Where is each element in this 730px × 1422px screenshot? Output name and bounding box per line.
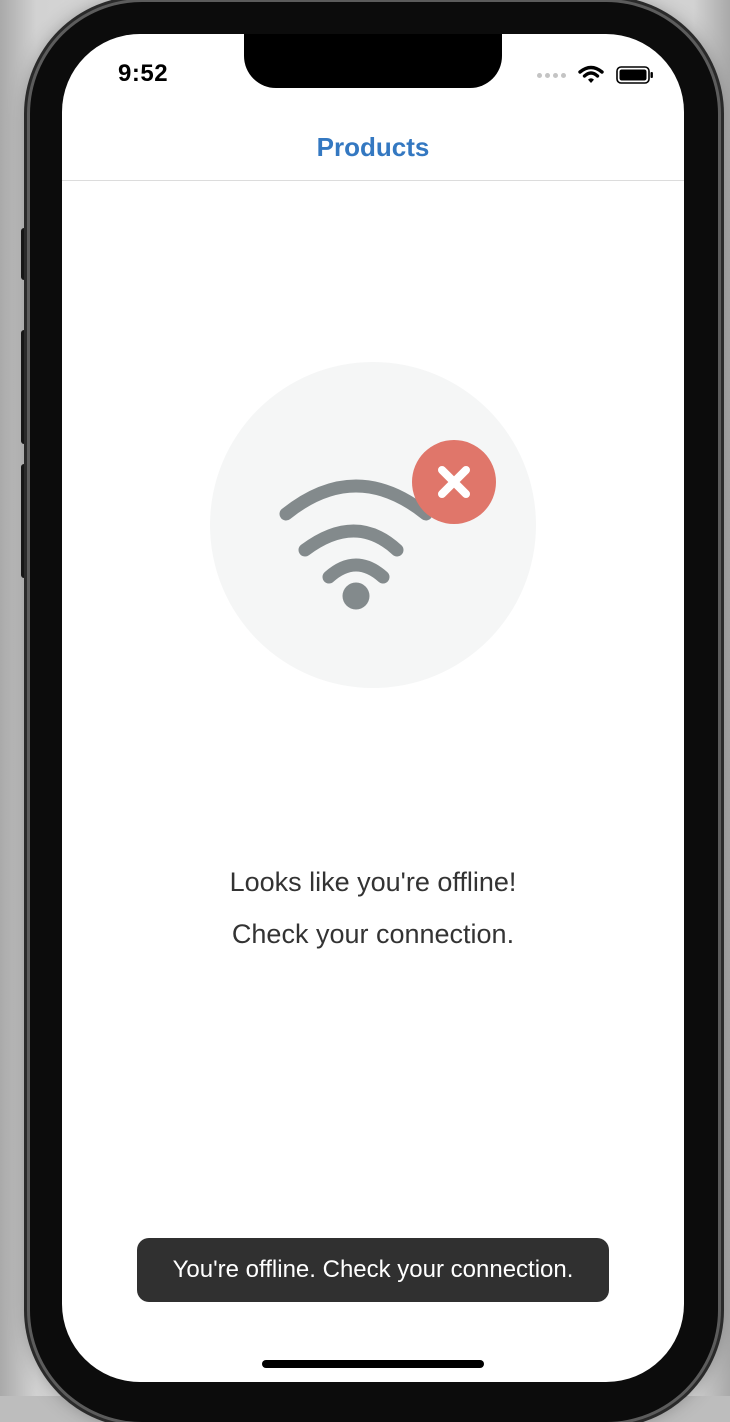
wifi-icon <box>578 65 604 83</box>
page-title: Products <box>316 131 430 162</box>
error-badge <box>412 440 496 524</box>
notch <box>244 34 502 88</box>
offline-illustration <box>210 362 536 688</box>
app-screen: 9:52 Products Looks like you're offline!… <box>62 34 684 1382</box>
offline-message-subtitle: Check your connection. <box>231 919 515 949</box>
status-icons <box>537 62 654 88</box>
volume-down-button <box>21 464 29 578</box>
navigation-bar: Products <box>62 114 684 181</box>
cellular-signal-icon <box>537 72 566 78</box>
offline-toast: You're offline. Check your connection. <box>137 1238 609 1302</box>
home-indicator[interactable] <box>262 1360 484 1368</box>
battery-icon <box>616 66 653 84</box>
offline-message-title: Looks like you're offline! <box>229 867 517 897</box>
offline-message: Looks like you're offline! Check your co… <box>62 860 684 964</box>
status-time: 9:52 <box>118 60 169 87</box>
close-icon <box>438 466 470 498</box>
volume-up-button <box>21 330 29 444</box>
mute-switch <box>21 228 29 280</box>
